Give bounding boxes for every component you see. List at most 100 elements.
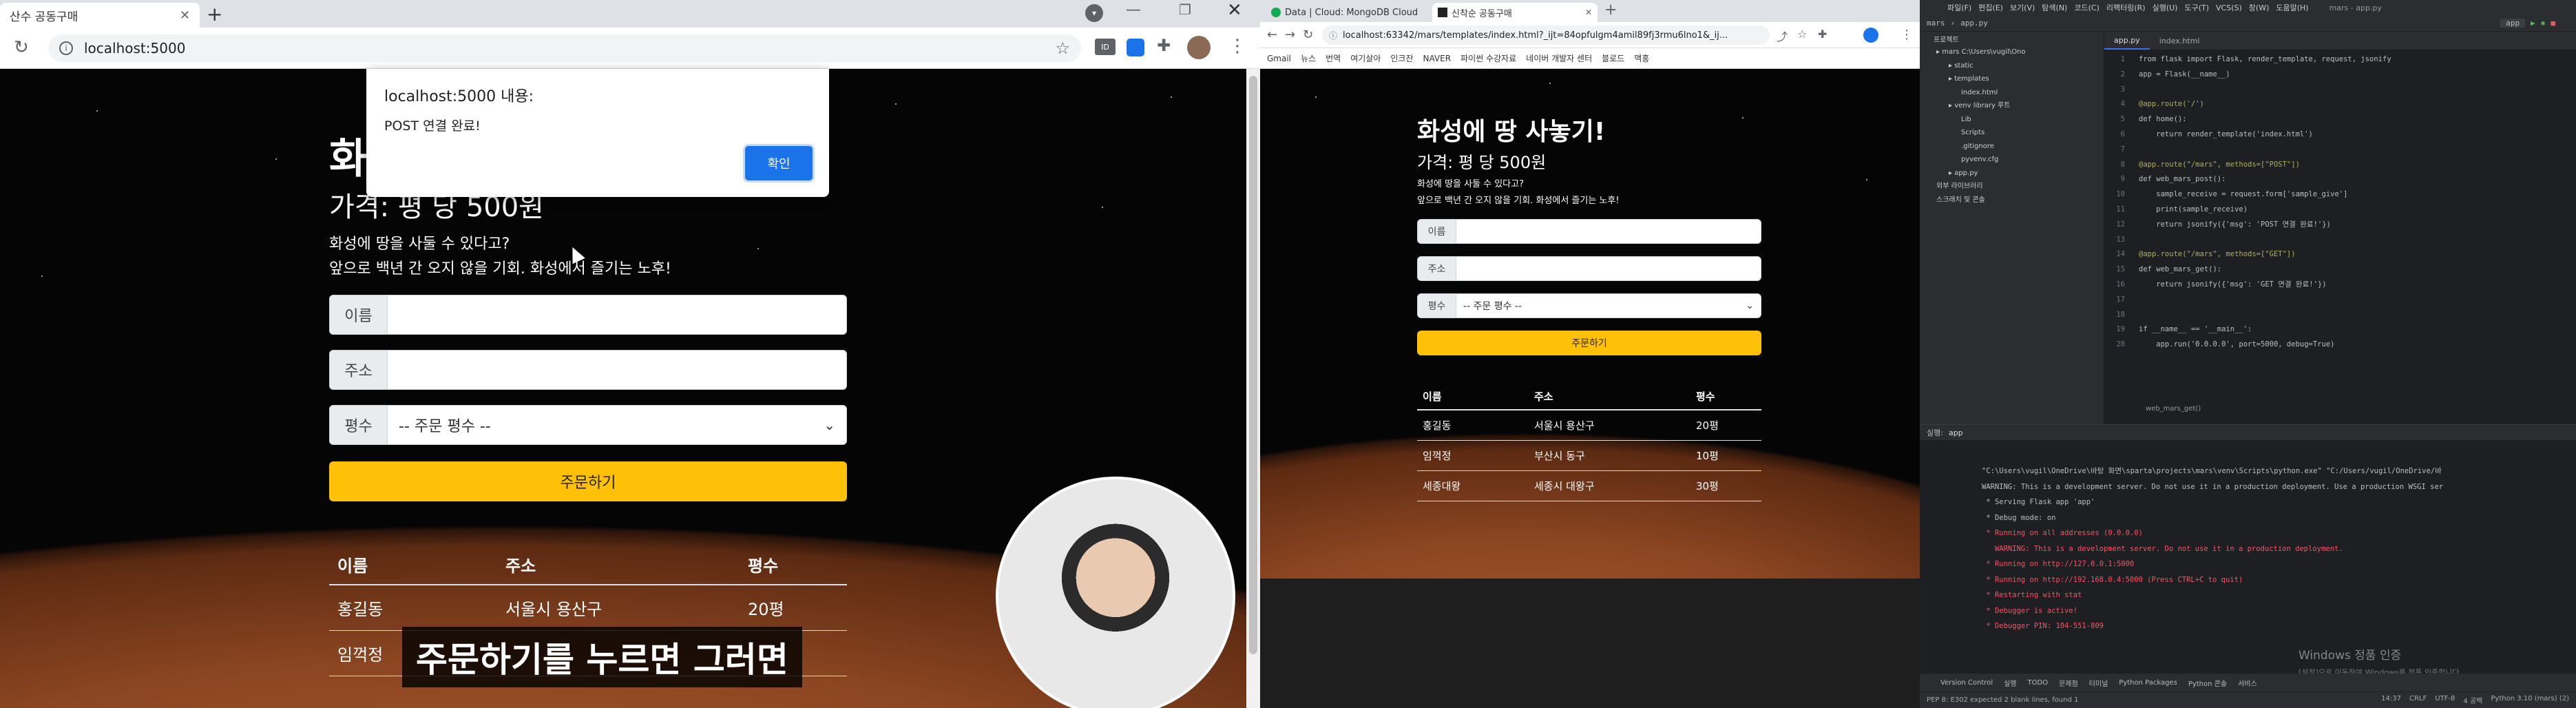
bookmark-item[interactable]: 뉴스	[1301, 52, 1316, 64]
puzzle-icon[interactable]: ✚	[1818, 28, 1827, 41]
left-url-field[interactable]: i localhost:5000 ☆	[48, 34, 1081, 62]
tree-item[interactable]: 스크래치 및 콘솔	[1920, 194, 2104, 207]
run-tab[interactable]: app	[1949, 428, 1963, 437]
file-tab[interactable]: index.html	[2150, 33, 2210, 49]
tool-tab[interactable]: Python 콘솔	[2188, 678, 2227, 688]
menu-item[interactable]: 편집(E)	[1978, 2, 2003, 13]
project-panel-title[interactable]: 프로젝트	[1934, 34, 1959, 44]
share-icon[interactable]: ⤴	[1777, 28, 1788, 44]
tree-item[interactable]: 외부 라이브러리	[1920, 180, 2104, 194]
order-button[interactable]: 주문하기	[1417, 331, 1761, 355]
tool-tab[interactable]: Python Packages	[2119, 679, 2177, 687]
debug-icon[interactable]: ✱	[2541, 19, 2546, 28]
close-tab-icon[interactable]: ✕	[180, 8, 190, 23]
info-icon[interactable]: ⓘ	[1329, 30, 1337, 41]
new-tab-icon[interactable]: +	[207, 3, 222, 25]
bookmark-item[interactable]: Gmail	[1267, 54, 1291, 63]
menu-item[interactable]: 리팩터링(R)	[2106, 2, 2146, 13]
left-scrollbar[interactable]	[1246, 69, 1260, 708]
menu-item[interactable]: 창(W)	[2249, 2, 2270, 13]
bookmark-item[interactable]: 블로드	[1602, 52, 1624, 64]
status-item[interactable]: UTF-8	[2435, 695, 2455, 705]
bookmark-star-icon[interactable]: ☆	[1797, 28, 1807, 41]
left-tab-active[interactable]: 산수 공동구매 ✕	[0, 3, 200, 28]
tree-item[interactable]: ▸ mars C:\Users\vugil\Ono	[1920, 45, 2104, 59]
close-tab-icon[interactable]: ✕	[1585, 8, 1592, 17]
menu-item[interactable]: 탐색(N)	[2042, 2, 2067, 13]
stop-icon[interactable]: ■	[2551, 19, 2555, 28]
run-icon[interactable]: ▶	[2531, 19, 2535, 28]
reload-icon[interactable]: ↻	[1303, 28, 1313, 42]
tree-item[interactable]: pyvenv.cfg	[1920, 153, 2104, 167]
status-item[interactable]: 4 공백	[2463, 695, 2482, 705]
menu-dots-icon[interactable]: ⋮	[1228, 36, 1246, 56]
tab-active[interactable]: 신착순 공동구매 ✕	[1432, 3, 1598, 22]
puzzle-icon[interactable]: ✚	[1157, 36, 1171, 55]
status-item[interactable]: 14:37	[2381, 695, 2401, 705]
tree-item[interactable]: Lib	[1920, 113, 2104, 127]
menu-item[interactable]: 파일(F)	[1947, 2, 1971, 13]
bookmark-item[interactable]: NAVER	[1423, 54, 1452, 63]
tree-item[interactable]: ▸ venv library 루트	[1920, 99, 2104, 113]
order-button[interactable]: 주문하기	[329, 461, 847, 501]
maximize-icon[interactable]: ❐	[1179, 1, 1191, 18]
back-icon[interactable]: ←	[1267, 28, 1277, 42]
tree-item[interactable]: ▸ app.py	[1920, 167, 2104, 180]
middle-url-field[interactable]: ⓘ localhost:63342/mars/templates/index.h…	[1322, 25, 1770, 45]
tab-mongodb[interactable]: Data | Cloud: MongoDB Cloud	[1266, 3, 1431, 22]
info-icon[interactable]: i	[59, 41, 73, 55]
breadcrumb-item[interactable]: app.py	[1960, 19, 1988, 28]
status-item[interactable]: Python 3.10 (mars) (2)	[2491, 695, 2569, 705]
code-editor[interactable]: 1 from flask import Flask, render_templat…	[2104, 52, 2576, 353]
alert-ok-button[interactable]: 확인	[745, 146, 813, 180]
menu-item[interactable]: 실행(U)	[2153, 2, 2178, 13]
bookmark-item[interactable]: 맥홍	[1634, 52, 1649, 64]
menu-item[interactable]: VCS(S)	[2216, 3, 2242, 12]
menu-item[interactable]: 도구(T)	[2184, 2, 2209, 13]
bookmark-item[interactable]: 번역	[1326, 52, 1341, 64]
bookmark-item[interactable]: 파이썬 수강자료	[1460, 52, 1516, 64]
menu-item[interactable]: 보기(V)	[2010, 2, 2035, 13]
bookmark-item[interactable]: 여기살아	[1350, 52, 1381, 64]
tab-search-icon[interactable]: ▾	[1085, 4, 1103, 22]
menu-item[interactable]: 코드(C)	[2074, 2, 2099, 13]
tool-tab[interactable]: 터미널	[2089, 678, 2108, 688]
extension-icon-2[interactable]	[1127, 39, 1144, 56]
tool-tab[interactable]: TODO	[2028, 679, 2049, 687]
breadcrumb-item[interactable]: mars	[1927, 19, 1945, 28]
bookmark-item[interactable]: 네이버 개발자 센터	[1526, 52, 1592, 64]
avatar[interactable]	[1863, 28, 1878, 43]
size-select-group[interactable]: 평수 -- 주문 평수 -- ⌄	[329, 405, 847, 445]
tree-item[interactable]: .gitignore	[1920, 140, 2104, 154]
name-input-group[interactable]: 이름	[1417, 219, 1761, 244]
tool-tab[interactable]: Version Control	[1940, 679, 1993, 687]
reload-icon[interactable]: ↻	[14, 37, 29, 58]
extension-icon-1[interactable]: ID	[1095, 39, 1116, 55]
status-item[interactable]: CRLF	[2409, 695, 2427, 705]
console-output[interactable]: "C:\Users\vugil\OneDrive\바탕 화면\sparta\pr…	[1982, 464, 2443, 634]
menu-item[interactable]: 도움말(H)	[2276, 2, 2308, 13]
bookmark-star-icon[interactable]: ☆	[1055, 39, 1070, 58]
tree-item[interactable]: index.html	[1920, 86, 2104, 100]
tool-tab[interactable]: 문제점	[2059, 678, 2078, 688]
middle-page-viewport: 화성에 땅 사놓기! 가격: 평 당 500원 화성에 땅을 사둘 수 있다고?…	[1260, 69, 1920, 579]
tree-item[interactable]: ▸ static	[1920, 59, 2104, 73]
avatar[interactable]	[1187, 36, 1211, 59]
minimize-icon[interactable]: —	[1126, 1, 1141, 19]
tree-item[interactable]: Scripts	[1920, 126, 2104, 140]
name-input-group[interactable]: 이름	[329, 295, 847, 335]
tree-item[interactable]: ▸ templates	[1920, 72, 2104, 86]
line-number: 6	[2120, 129, 2125, 138]
file-tab-active[interactable]: app.py	[2104, 32, 2150, 50]
window-close-icon[interactable]: ✕	[1227, 0, 1242, 21]
address-input-group[interactable]: 주소	[329, 350, 847, 390]
tool-tab[interactable]: 서비스	[2238, 678, 2257, 688]
address-input-group[interactable]: 주소	[1417, 256, 1761, 281]
bookmark-item[interactable]: 인크잔	[1390, 52, 1413, 64]
new-tab-icon[interactable]: +	[1604, 1, 1617, 19]
tool-tab[interactable]: 실행	[2004, 678, 2016, 688]
forward-icon[interactable]: →	[1285, 28, 1295, 42]
size-select-group[interactable]: 평수 -- 주문 평수 -- ⌄	[1417, 293, 1761, 318]
run-config-select[interactable]: app	[2500, 19, 2526, 28]
menu-dots-icon[interactable]: ⋮	[1900, 28, 1913, 42]
